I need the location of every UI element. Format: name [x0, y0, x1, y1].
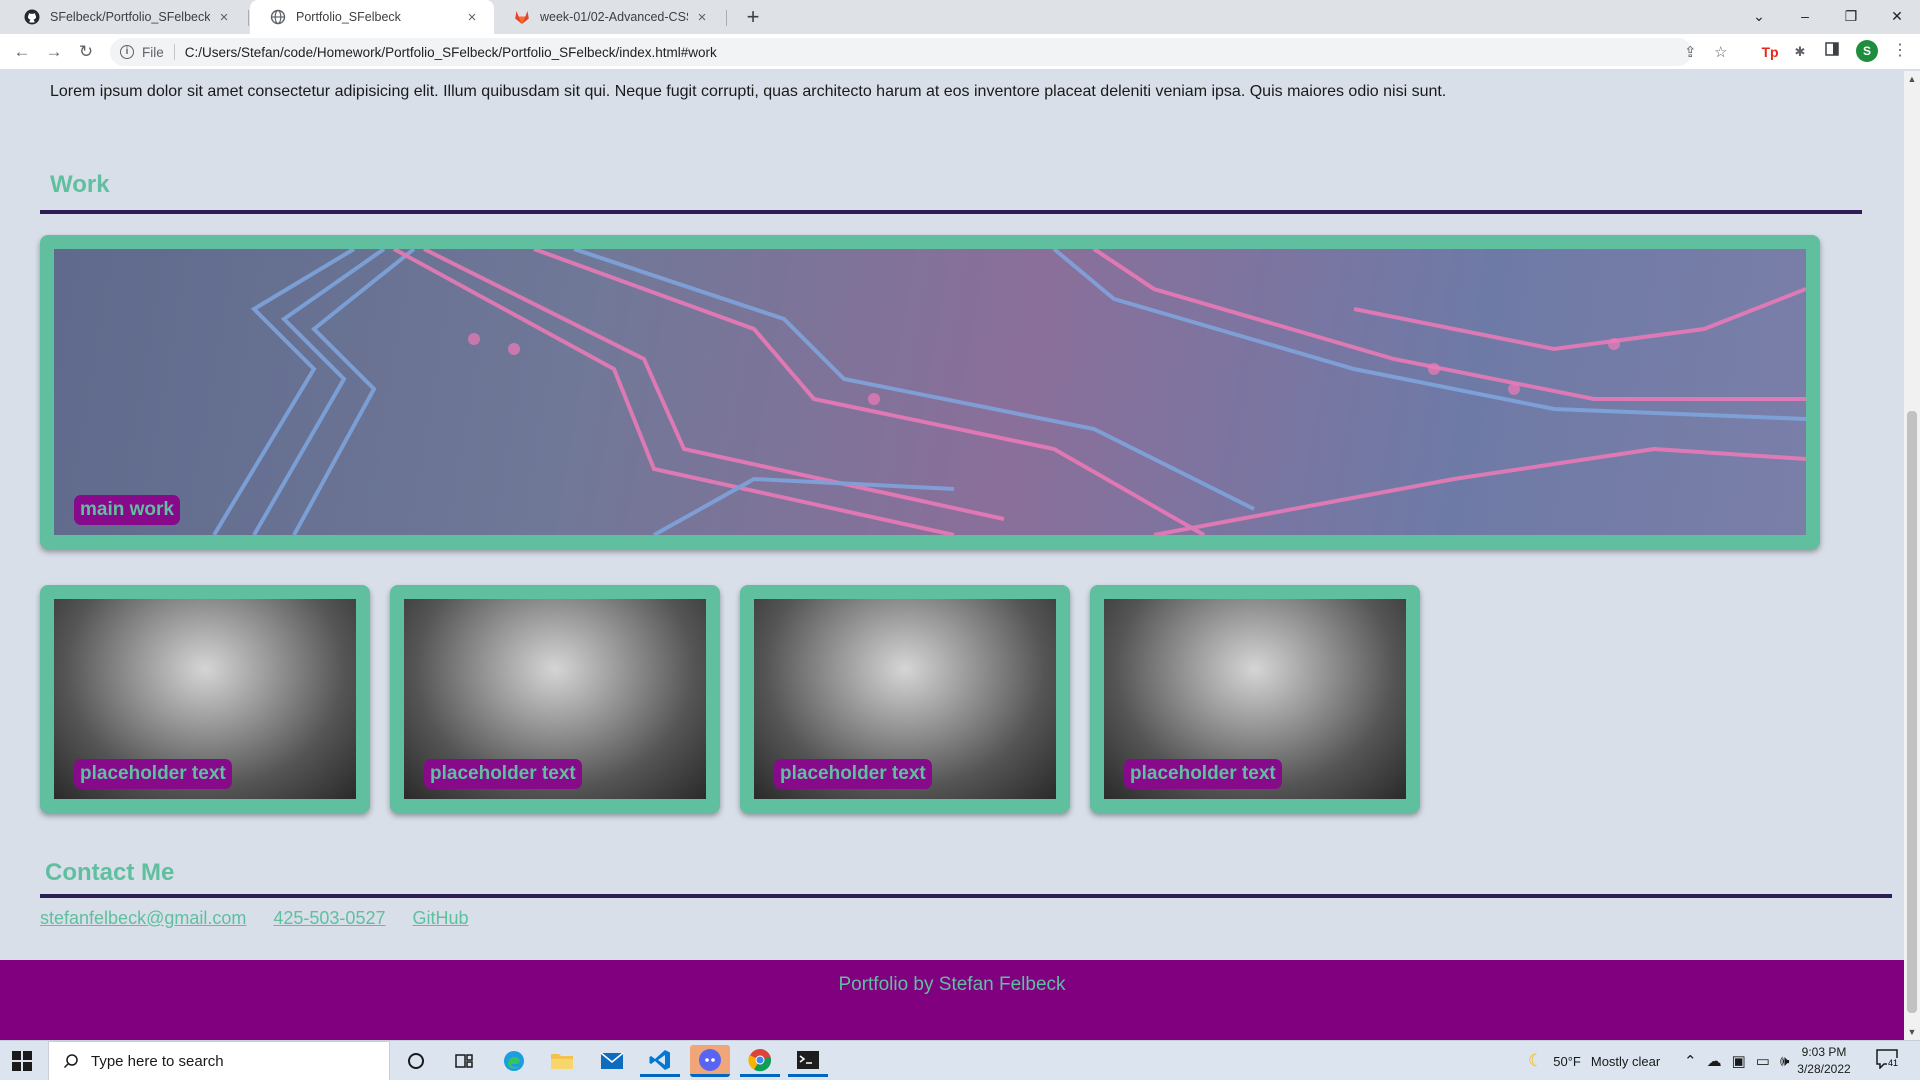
vscode-icon[interactable]: [640, 1045, 680, 1077]
work-card-4[interactable]: placeholder text: [1090, 585, 1420, 813]
file-explorer-icon[interactable]: [542, 1045, 582, 1077]
profile-avatar[interactable]: S: [1856, 40, 1878, 62]
back-arrow-icon[interactable]: ←: [10, 40, 34, 64]
kitten-image: placeholder text: [404, 599, 706, 799]
taskbar-clock[interactable]: 9:03 PM 3/28/2022: [1784, 1044, 1864, 1078]
meet-now-icon[interactable]: ▣: [1732, 1052, 1746, 1070]
clock-date: 3/28/2022: [1797, 1062, 1851, 1076]
bookmark-star-icon[interactable]: ☆: [1714, 43, 1727, 61]
show-hidden-icons-icon[interactable]: ⌃: [1684, 1052, 1697, 1070]
info-icon[interactable]: i: [120, 45, 134, 59]
cortana-icon[interactable]: [396, 1045, 436, 1077]
onedrive-cloud-icon[interactable]: ☁: [1707, 1052, 1722, 1070]
main-work-card[interactable]: main work: [40, 235, 1820, 549]
close-tab-icon[interactable]: ×: [694, 9, 710, 26]
work-card-2[interactable]: placeholder text: [390, 585, 720, 813]
close-window-button[interactable]: ✕: [1874, 0, 1920, 34]
extension-tp-icon[interactable]: Tp: [1760, 42, 1780, 62]
email-link[interactable]: stefanfelbeck@gmail.com: [40, 908, 246, 928]
page-viewport: Lorem ipsum dolor sit amet consectetur a…: [0, 71, 1904, 1040]
work-card-label: placeholder text: [74, 759, 232, 789]
forward-arrow-icon[interactable]: →: [42, 40, 66, 64]
network-icon[interactable]: ▭: [1756, 1052, 1770, 1070]
clock-time: 9:03 PM: [1801, 1045, 1847, 1059]
contact-heading: Contact Me: [45, 859, 175, 886]
work-divider: [40, 210, 1862, 214]
minimize-button[interactable]: –: [1782, 0, 1828, 34]
reload-icon[interactable]: ↻: [74, 40, 98, 64]
about-paragraph: Lorem ipsum dolor sit amet consectetur a…: [50, 83, 1447, 100]
kitten-image: placeholder text: [754, 599, 1056, 799]
task-view-icon[interactable]: [444, 1045, 484, 1077]
circuit-traces-graphic: [212, 249, 1806, 535]
side-panel-icon[interactable]: [1822, 42, 1842, 62]
footer-text: Portfolio by Stefan Felbeck: [838, 974, 1066, 995]
tab-title: Portfolio_SFelbeck: [296, 10, 401, 24]
tab-search-chevron-icon[interactable]: ⌄: [1736, 0, 1782, 34]
tab-gitlab-homework[interactable]: week-01/02-Advanced-CSS/02-Homework ×: [494, 0, 724, 34]
omnibox-divider: [173, 44, 175, 60]
scrollbar-thumb[interactable]: [1907, 411, 1917, 1013]
page-footer: Portfolio by Stefan Felbeck: [0, 960, 1904, 1040]
scroll-down-arrow-icon[interactable]: ▼: [1904, 1024, 1920, 1040]
browser-menu-icon[interactable]: ⋮: [1892, 40, 1908, 62]
github-icon: [24, 9, 40, 25]
browser-tab-strip: SFelbeck/Portfolio_SFelbeck × Portfolio_…: [0, 0, 1920, 34]
close-tab-icon[interactable]: ×: [216, 9, 232, 26]
work-heading: Work: [50, 171, 110, 198]
main-work-label: main work: [74, 495, 180, 525]
contact-links: stefanfelbeck@gmail.com 425-503-0527 Git…: [40, 908, 491, 929]
work-card-label: placeholder text: [424, 759, 582, 789]
taskbar-search-placeholder: Type here to search: [91, 1052, 224, 1070]
weather-condition: Mostly clear: [1590, 1053, 1661, 1069]
work-card-label: placeholder text: [1124, 759, 1282, 789]
notification-center-icon[interactable]: 41: [1876, 1049, 1902, 1073]
gitlab-icon: [515, 11, 529, 24]
contact-divider: [40, 894, 1892, 898]
github-link[interactable]: GitHub: [413, 908, 469, 928]
search-icon: [63, 1054, 78, 1069]
windows-start-icon[interactable]: [12, 1051, 32, 1071]
tab-separator: [726, 10, 727, 26]
close-tab-icon[interactable]: ×: [464, 9, 480, 26]
tab-github-repo[interactable]: SFelbeck/Portfolio_SFelbeck ×: [4, 0, 246, 34]
chrome-icon[interactable]: [740, 1045, 780, 1077]
windows-taskbar: Type here to search ☾ 50°F Mostly clear …: [0, 1040, 1920, 1080]
globe-icon: [270, 9, 286, 25]
moon-icon: ☾: [1528, 1051, 1544, 1070]
work-card-1[interactable]: placeholder text: [40, 585, 370, 813]
tab-separator: [248, 10, 249, 26]
edge-browser-icon[interactable]: [494, 1045, 534, 1077]
terminal-icon[interactable]: [788, 1045, 828, 1077]
mail-icon[interactable]: [592, 1045, 632, 1077]
restore-button[interactable]: ❐: [1828, 0, 1874, 34]
share-icon[interactable]: ⇪: [1684, 43, 1697, 61]
work-card-label: placeholder text: [774, 759, 932, 789]
extensions-puzzle-icon[interactable]: ✱: [1790, 42, 1810, 62]
system-tray-icons: ⌃ ☁ ▣ ▭ 🕪: [1684, 1041, 1789, 1080]
browser-toolbar: ← → ↻ i File C:/Users/Stefan/code/Homewo…: [0, 34, 1920, 70]
discord-icon[interactable]: [690, 1045, 730, 1077]
tab-portfolio-active[interactable]: Portfolio_SFelbeck ×: [250, 0, 494, 34]
scheme-label: File: [142, 44, 164, 60]
weather-temp: 50°F: [1553, 1053, 1581, 1069]
url-text[interactable]: C:/Users/Stefan/code/Homework/Portfolio_…: [185, 45, 717, 60]
new-tab-button[interactable]: +: [740, 4, 766, 30]
notification-count-badge: 41: [1887, 1058, 1900, 1068]
tab-title: SFelbeck/Portfolio_SFelbeck: [50, 10, 210, 24]
tab-title: week-01/02-Advanced-CSS/02-Homework: [540, 10, 688, 24]
work-card-3[interactable]: placeholder text: [740, 585, 1070, 813]
page-scrollbar[interactable]: ▲ ▼: [1904, 71, 1920, 1040]
kitten-image: placeholder text: [54, 599, 356, 799]
circuit-board-image: main work: [54, 249, 1806, 535]
address-bar[interactable]: i File C:/Users/Stefan/code/Homework/Por…: [110, 38, 1727, 66]
weather-widget[interactable]: ☾ 50°F Mostly clear: [1528, 1041, 1660, 1080]
taskbar-search-box[interactable]: Type here to search: [48, 1041, 390, 1080]
phone-link[interactable]: 425-503-0527: [273, 908, 385, 928]
scroll-up-arrow-icon[interactable]: ▲: [1904, 71, 1920, 87]
kitten-image: placeholder text: [1104, 599, 1406, 799]
